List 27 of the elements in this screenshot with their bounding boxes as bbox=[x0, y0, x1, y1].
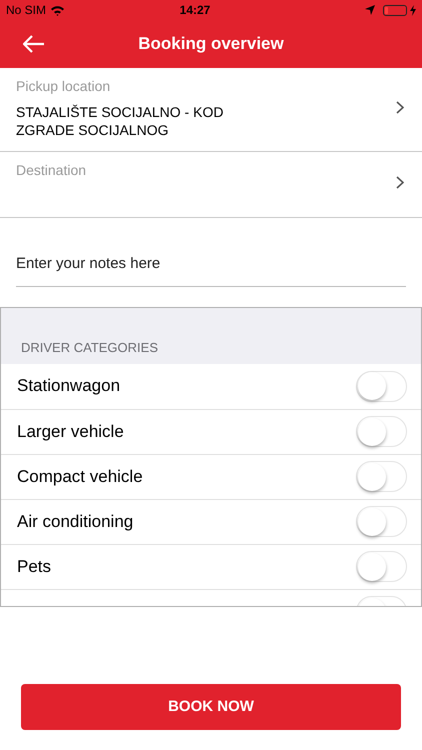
charging-icon bbox=[410, 4, 416, 16]
toggle-switch[interactable] bbox=[356, 416, 407, 447]
clock-time: 14:27 bbox=[178, 2, 212, 19]
book-now-button[interactable]: BOOK NOW bbox=[21, 684, 401, 730]
section-header: DRIVER CATEGORIES bbox=[21, 339, 158, 357]
category-label: Larger vehicle bbox=[17, 420, 125, 443]
category-label: Stationwagon bbox=[17, 375, 122, 398]
location-row[interactable]: Destination bbox=[0, 152, 422, 218]
field-label: Destination bbox=[16, 161, 88, 180]
location-arrow-icon bbox=[365, 5, 375, 15]
category-label: Compact vehicle bbox=[17, 466, 144, 488]
toggle-switch[interactable] bbox=[356, 506, 407, 537]
category-label: Pets bbox=[17, 556, 52, 578]
chevron-icon bbox=[396, 176, 404, 189]
chevron-icon bbox=[396, 101, 404, 114]
battery-icon bbox=[383, 4, 407, 16]
field-label: Pickup location bbox=[16, 77, 112, 96]
toggle-switch[interactable] bbox=[356, 551, 407, 582]
wifi-icon bbox=[50, 4, 66, 16]
location-row[interactable]: Pickup location STAJALIŠTE SOCIJALNO - KOD ZGRADE SOCIJALNOG bbox=[0, 68, 422, 152]
notes-field[interactable]: Enter your notes here bbox=[16, 253, 406, 286]
carrier-label: No SIM bbox=[6, 2, 46, 19]
screen-title: Booking overview bbox=[138, 33, 284, 56]
category-label: Air conditioning bbox=[17, 510, 134, 533]
field-value: STAJALIŠTE SOCIJALNO - KOD ZGRADE SOCIJALNOG bbox=[16, 103, 224, 139]
toggle-switch[interactable] bbox=[356, 461, 407, 492]
toggle-switch[interactable] bbox=[356, 370, 407, 402]
